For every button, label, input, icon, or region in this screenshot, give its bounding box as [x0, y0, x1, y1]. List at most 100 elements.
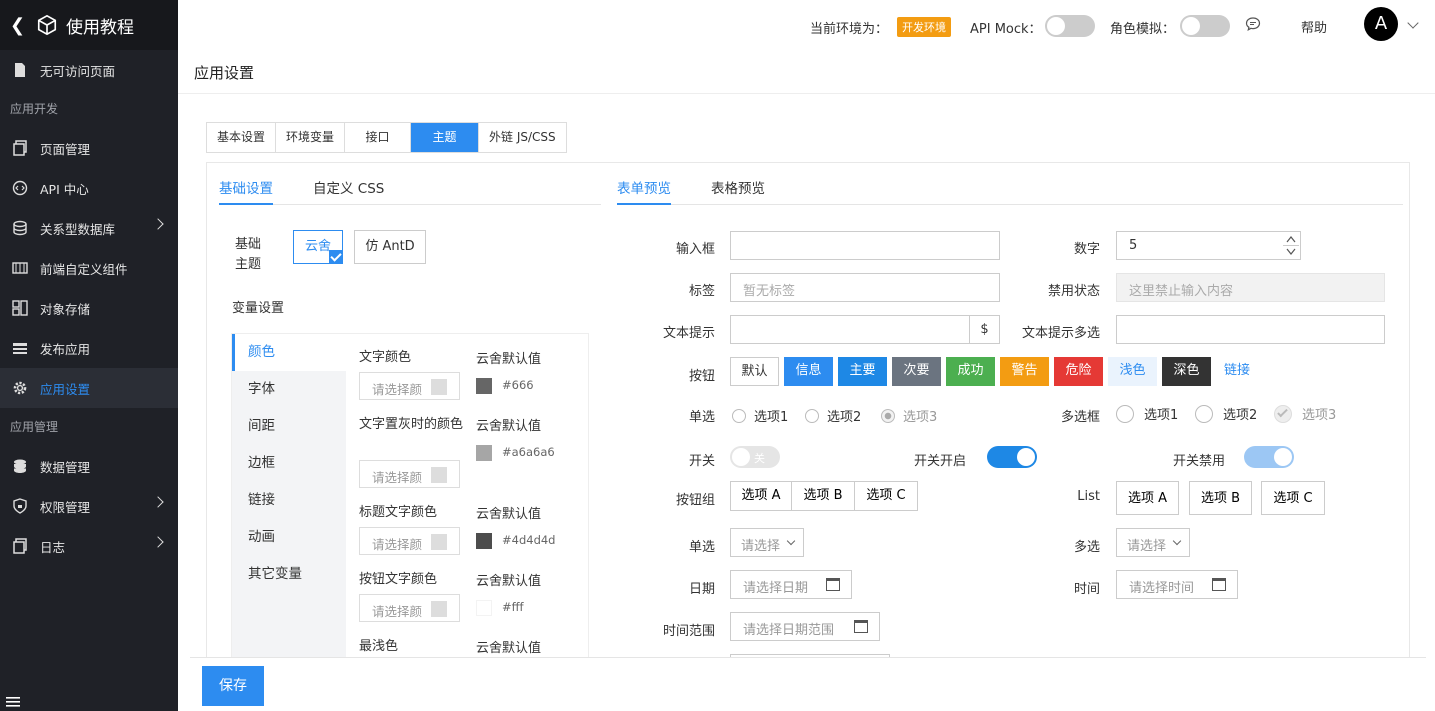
tab-interface[interactable]: 接口	[345, 123, 412, 152]
time-picker[interactable]: 请选择时间	[1116, 570, 1238, 599]
code-icon	[12, 180, 28, 196]
chevron-right-icon	[152, 218, 164, 230]
sidebar-item-storage[interactable]: 对象存储	[0, 288, 178, 328]
input-label: 输入框	[675, 242, 715, 257]
sidebar-item-permissions[interactable]: 权限管理	[0, 486, 178, 526]
info-button[interactable]: 信息	[784, 357, 833, 386]
list-item-b[interactable]: 选项 B	[1189, 481, 1252, 515]
theme-option-antd[interactable]: 仿 AntD	[354, 230, 426, 264]
number-input[interactable]: 5	[1116, 231, 1301, 260]
btn-group-b[interactable]: 选项 B	[792, 481, 855, 511]
date-picker[interactable]: 请选择日期	[730, 570, 852, 599]
chevron-down-icon[interactable]	[1407, 17, 1419, 29]
success-button[interactable]: 成功	[946, 357, 995, 386]
tab-basic[interactable]: 基本设置	[207, 123, 277, 152]
tab-external-js-css[interactable]: 外链 JS/CSS	[479, 123, 567, 152]
number-label: 数字	[1073, 242, 1100, 257]
light-button[interactable]: 浅色	[1108, 357, 1157, 386]
sidebar-item-rdb[interactable]: 关系型数据库	[0, 208, 178, 248]
dollar-addon: $	[969, 316, 999, 343]
select-label: 单选	[688, 540, 715, 555]
sidebar-item-pages[interactable]: 页面管理	[0, 128, 178, 168]
sidebar-item-data[interactable]: 数据管理	[0, 446, 178, 486]
menu-collapse-icon[interactable]	[6, 697, 20, 707]
tab-base-settings[interactable]: 基础设置	[219, 163, 273, 205]
tab-form-preview[interactable]: 表单预览	[617, 163, 671, 205]
vars-nav-color[interactable]: 颜色	[232, 334, 346, 371]
api-mock-toggle[interactable]	[1045, 15, 1095, 37]
vars-nav-border[interactable]: 边框	[232, 445, 346, 482]
var-hex: #a6a6a6	[502, 445, 555, 459]
default-button[interactable]: 默认	[730, 357, 779, 386]
date-range-picker[interactable]: 请选择日期范围	[730, 612, 880, 641]
theme-panel: 基础设置 自定义 CSS 基础主题 云舍 仿 AntD 变量设置 颜色 字体 间…	[206, 162, 1410, 683]
btn-group-c[interactable]: 选项 C	[855, 481, 918, 511]
checkbox-option-1[interactable]: 选项1	[1116, 404, 1178, 423]
top-bar: 当前环境为： 开发环境 API Mock： 角色模拟： 帮助 A	[178, 0, 1435, 50]
switch-on[interactable]	[987, 446, 1037, 468]
multi-select[interactable]: 请选择	[1116, 528, 1190, 557]
color-picker[interactable]: 请选择颜	[359, 460, 460, 488]
sidebar-item-no-access[interactable]: 无可访问页面	[0, 50, 178, 90]
warning-button[interactable]: 警告	[1000, 357, 1049, 386]
sidebar-item-label: API 中心	[40, 181, 89, 197]
save-bar: 保存	[190, 657, 1426, 711]
switch-knob	[1274, 448, 1292, 466]
radio-option-2[interactable]: 选项2	[805, 406, 861, 425]
sidebar-item-api[interactable]: API 中心	[0, 168, 178, 208]
secondary-button[interactable]: 次要	[892, 357, 941, 386]
vars-nav-font[interactable]: 字体	[232, 371, 346, 408]
color-picker[interactable]: 请选择颜	[359, 372, 460, 400]
dark-button[interactable]: 深色	[1162, 357, 1211, 386]
btn-group-a[interactable]: 选项 A	[730, 481, 792, 511]
single-select[interactable]: 请选择	[730, 528, 804, 557]
base-theme-label: 基础主题	[235, 237, 262, 272]
tab-custom-css[interactable]: 自定义 CSS	[313, 163, 384, 204]
env-badge[interactable]: 开发环境	[897, 17, 951, 37]
checkbox-option-2[interactable]: 选项2	[1195, 404, 1257, 423]
vars-nav-spacing[interactable]: 间距	[232, 408, 346, 445]
tab-table-preview[interactable]: 表格预览	[711, 163, 765, 204]
chevron-right-icon	[152, 496, 164, 508]
tab-env-vars[interactable]: 环境变量	[276, 123, 346, 152]
save-button[interactable]: 保存	[202, 666, 264, 706]
api-mock-label: API Mock：	[970, 22, 1042, 37]
switch-off[interactable]: 关	[730, 446, 780, 468]
theme-option-yunshe[interactable]: 云舍	[293, 230, 343, 264]
page-title: 应用设置	[178, 50, 1435, 94]
hint-input[interactable]: $	[730, 315, 1000, 344]
sidebar-item-components[interactable]: 前端自定义组件	[0, 248, 178, 288]
role-sim-toggle[interactable]	[1180, 15, 1230, 37]
color-swatch	[476, 445, 492, 461]
radio-option-3: 选项3	[881, 406, 937, 425]
list-item-a[interactable]: 选项 A	[1116, 481, 1179, 515]
tab-theme[interactable]: 主题	[411, 123, 480, 152]
calendar-icon	[1212, 578, 1226, 591]
avatar[interactable]: A	[1364, 7, 1398, 41]
sidebar-item-publish[interactable]: 发布应用	[0, 328, 178, 368]
sidebar-item-app-settings[interactable]: 应用设置	[0, 368, 178, 408]
tag-input[interactable]: 暂无标签	[730, 273, 1000, 302]
checkbox-option-label: 选项3	[1302, 408, 1337, 423]
color-picker[interactable]: 请选择颜	[359, 594, 460, 622]
sidebar-item-label: 页面管理	[40, 141, 91, 157]
list-item-c[interactable]: 选项 C	[1261, 481, 1325, 515]
vars-nav-animation[interactable]: 动画	[232, 519, 346, 556]
stepper-icon[interactable]	[1283, 233, 1299, 258]
primary-button[interactable]: 主要	[838, 357, 887, 386]
checkbox-option-label: 选项1	[1144, 408, 1179, 423]
checked-icon	[1274, 405, 1292, 423]
vars-nav-link[interactable]: 链接	[232, 482, 346, 519]
chat-icon[interactable]	[1245, 16, 1261, 32]
color-picker[interactable]: 请选择颜	[359, 527, 460, 555]
link-button[interactable]: 链接	[1217, 357, 1257, 386]
radio-option-1[interactable]: 选项1	[732, 406, 788, 425]
back-icon[interactable]: ❮	[10, 15, 30, 36]
sidebar-item-logs[interactable]: 日志	[0, 526, 178, 566]
checkbox-icon	[1195, 405, 1213, 423]
vars-nav-other[interactable]: 其它变量	[232, 556, 346, 593]
danger-button[interactable]: 危险	[1054, 357, 1103, 386]
help-link[interactable]: 帮助	[1301, 17, 1327, 36]
hint-multi-input[interactable]	[1116, 315, 1385, 344]
text-input[interactable]	[730, 231, 1000, 260]
